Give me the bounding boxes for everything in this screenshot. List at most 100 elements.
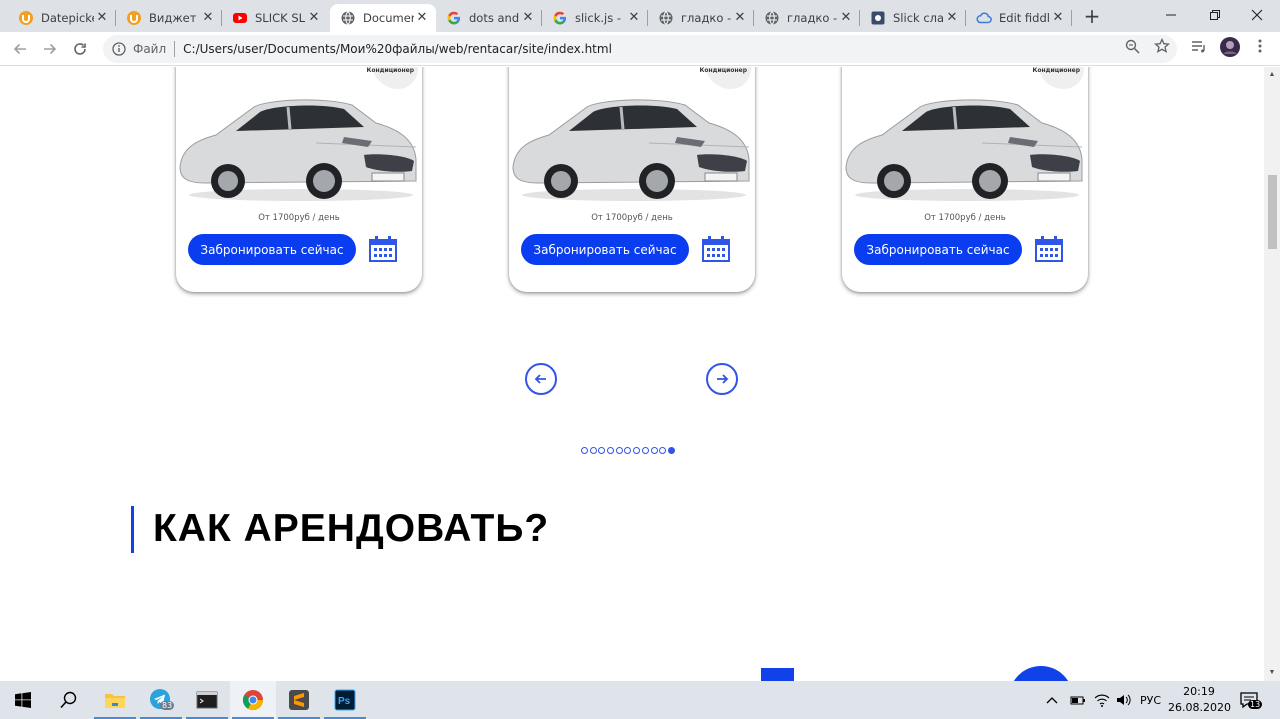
tab-title: Documen — [363, 11, 414, 25]
slider-dots — [581, 447, 677, 455]
feature-tag: Кондиционер — [1032, 67, 1080, 74]
car-card: Кондиционер От 1700руб / день Заброниров… — [176, 67, 422, 292]
search-button[interactable] — [46, 681, 92, 719]
car-image — [845, 99, 1083, 201]
slider-dot[interactable] — [633, 447, 641, 454]
globe-icon — [658, 10, 674, 26]
tab-title: гладко - — [787, 11, 838, 25]
chrome-icon — [242, 690, 264, 711]
show-hidden-icons[interactable] — [1046, 681, 1058, 719]
tab-title: slick.js - — [575, 11, 622, 25]
bookmark-star-icon[interactable] — [1154, 38, 1170, 54]
page-viewport: Кондиционер От 1700руб / день Заброниров… — [0, 67, 1264, 681]
zoom-icon[interactable] — [1124, 38, 1140, 54]
system-clock[interactable]: 20:19 26.08.2020 — [1168, 684, 1231, 716]
menu-dots-icon[interactable] — [1252, 38, 1268, 54]
tab-gladko-1[interactable]: гладко - ✕ — [648, 4, 754, 32]
tab-title: Slick сла — [893, 11, 944, 25]
tab-jsfiddle[interactable]: Edit fiddl ✕ — [966, 4, 1072, 32]
tab-dots-google[interactable]: dots and ✕ — [436, 4, 542, 32]
avatar[interactable] — [1220, 37, 1240, 57]
reload-button[interactable] — [68, 37, 92, 61]
wifi-icon[interactable] — [1094, 681, 1110, 719]
telegram-button[interactable]: 83 — [138, 681, 184, 719]
tab-document-active[interactable]: Documen ✕ — [330, 4, 436, 32]
terminal-icon — [196, 691, 218, 709]
tab-slickjs-google[interactable]: slick.js - ✕ — [542, 4, 648, 32]
book-now-button[interactable]: Забронировать сейчас — [188, 234, 356, 265]
scrollbar-thumb[interactable] — [1268, 175, 1277, 249]
windows-start-button[interactable] — [0, 681, 46, 719]
book-now-button[interactable]: Забронировать сейчас — [521, 234, 689, 265]
notification-count: 13 — [1248, 700, 1263, 709]
close-icon[interactable]: ✕ — [838, 10, 854, 26]
minimize-button[interactable] — [1148, 0, 1194, 30]
tab-widget[interactable]: Виджет D ✕ — [116, 4, 222, 32]
tab-title: гладко - — [681, 11, 732, 25]
slider-prev-button[interactable] — [525, 363, 557, 395]
feature-tag: Кондиционер — [699, 67, 747, 74]
scroll-down-icon[interactable]: ▼ — [1268, 669, 1276, 677]
page-scrollbar[interactable]: ▲ ▼ — [1264, 67, 1280, 681]
clock-time: 20:19 — [1183, 685, 1215, 698]
slider-dot[interactable] — [650, 447, 658, 454]
tab-title: dots and — [469, 11, 520, 25]
close-icon[interactable]: ✕ — [1050, 10, 1066, 26]
scroll-up-icon[interactable]: ▲ — [1268, 71, 1276, 79]
close-icon[interactable]: ✕ — [732, 10, 748, 26]
close-icon[interactable]: ✕ — [414, 10, 430, 26]
close-icon[interactable]: ✕ — [520, 10, 536, 26]
windows-logo-icon — [15, 692, 31, 708]
tab-datepicker[interactable]: Datepicke ✕ — [8, 4, 116, 32]
close-icon[interactable]: ✕ — [306, 10, 322, 26]
slider-dot[interactable] — [598, 447, 606, 454]
address-bar[interactable]: Файл C:/Users/user/Documents/Мои%20файлы… — [103, 35, 1177, 63]
close-icon[interactable]: ✕ — [94, 10, 110, 26]
close-icon[interactable]: ✕ — [626, 10, 642, 26]
sublime-text-button[interactable] — [276, 681, 322, 719]
slider-next-button[interactable] — [706, 363, 738, 395]
volume-icon[interactable] — [1116, 681, 1132, 719]
tab-slick-youtube[interactable]: SLICK SLI ✕ — [222, 4, 328, 32]
terminal-button[interactable] — [184, 681, 230, 719]
section-heading: КАК АРЕНДОВАТЬ? — [153, 507, 550, 550]
media-queue-icon[interactable] — [1191, 38, 1207, 54]
calendar-icon[interactable] — [368, 235, 398, 263]
tab-title: Datepicke — [41, 11, 94, 25]
close-icon[interactable]: ✕ — [200, 10, 216, 26]
book-now-button[interactable]: Забронировать сейчас — [854, 234, 1022, 265]
battery-icon[interactable] — [1070, 681, 1086, 719]
url-text[interactable]: C:/Users/user/Documents/Мои%20файлы/web/… — [183, 42, 612, 56]
car-card: Кондиционер От 1700руб / день Заброниров… — [509, 67, 755, 292]
tab-slick-slider[interactable]: Slick сла ✕ — [860, 4, 966, 32]
sublime-text-icon — [289, 690, 309, 710]
slider-dot[interactable] — [624, 447, 632, 454]
chrome-button[interactable] — [230, 681, 276, 719]
app-icon — [870, 10, 886, 26]
new-tab-button[interactable]: + — [1082, 6, 1102, 26]
slider-dot[interactable] — [641, 447, 649, 454]
info-icon[interactable] — [111, 41, 127, 57]
photoshop-button[interactable]: Ps — [322, 681, 368, 719]
back-button[interactable] — [8, 37, 32, 61]
browser-toolbar: Файл C:/Users/user/Documents/Мои%20файлы… — [0, 32, 1280, 66]
close-window-button[interactable] — [1234, 0, 1280, 30]
windows-taskbar: 83 Ps РУС 20:19 26.08.2020 13 — [0, 681, 1280, 719]
calendar-icon[interactable] — [701, 235, 731, 263]
slider-dot[interactable] — [589, 447, 597, 454]
slider-dot[interactable] — [615, 447, 623, 454]
maximize-button[interactable] — [1192, 0, 1238, 30]
slider-dot[interactable] — [581, 447, 588, 454]
forward-button[interactable] — [38, 37, 62, 61]
calendar-icon[interactable] — [1034, 235, 1064, 263]
notification-center-button[interactable]: 13 — [1240, 681, 1263, 719]
slider-dot[interactable] — [659, 447, 667, 454]
slider-dot[interactable] — [607, 447, 615, 454]
close-icon[interactable]: ✕ — [944, 10, 960, 26]
browser-tab-strip: Datepicke ✕ Виджет D ✕ SLICK SLI ✕ Docum… — [0, 0, 1280, 32]
language-indicator[interactable]: РУС — [1140, 681, 1161, 719]
slider-dot[interactable] — [667, 447, 675, 454]
file-explorer-button[interactable] — [92, 681, 138, 719]
tab-title: SLICK SLI — [255, 11, 306, 25]
tab-gladko-2[interactable]: гладко - ✕ — [754, 4, 860, 32]
